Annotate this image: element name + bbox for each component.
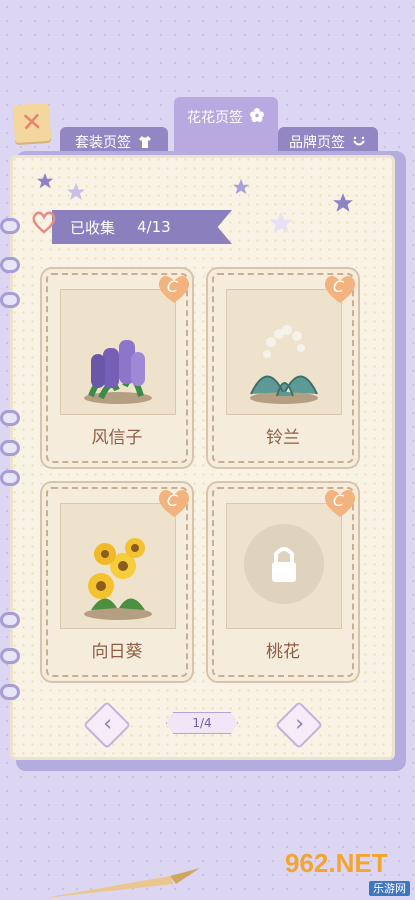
tab-flower-label: 花花页签 bbox=[187, 110, 243, 126]
flower-name: 向日葵 bbox=[91, 642, 143, 662]
lily-of-valley-illustration bbox=[250, 325, 318, 404]
flower-card-sunflower[interactable]: C 向日葵 bbox=[46, 487, 190, 677]
tab-flower[interactable]: 花花页签 bbox=[174, 97, 278, 157]
fountain-pen-decoration bbox=[44, 868, 200, 898]
binder-ring bbox=[0, 612, 20, 628]
rarity-label: C bbox=[332, 491, 344, 510]
binder-ring bbox=[0, 218, 20, 234]
flower-card-peach-blossom[interactable]: C 桃花 bbox=[212, 487, 356, 677]
binder-ring bbox=[0, 684, 20, 700]
flower-image-locked bbox=[226, 503, 342, 629]
binder-ring bbox=[0, 257, 20, 273]
flower-name: 铃兰 bbox=[266, 428, 300, 448]
collection-banner: 已收集 4/13 bbox=[52, 210, 232, 244]
tab-outfit-label: 套装页签 bbox=[75, 135, 131, 151]
flower-card-lily-of-valley[interactable]: C 铃兰 bbox=[212, 273, 356, 463]
close-icon: ✕ bbox=[20, 107, 44, 139]
tab-brand-label: 品牌页签 bbox=[289, 135, 345, 151]
flower-image bbox=[226, 289, 342, 415]
star-icon bbox=[333, 193, 353, 212]
flower-name: 风信子 bbox=[91, 428, 143, 448]
flower-icon bbox=[250, 108, 264, 122]
smile-icon bbox=[353, 136, 365, 146]
close-button[interactable]: ✕ bbox=[12, 102, 52, 144]
watermark-logo: 962.NET 乐游网 bbox=[285, 848, 410, 896]
star-icon bbox=[269, 211, 293, 234]
binder-ring bbox=[0, 470, 20, 486]
page-indicator: 1/4 bbox=[166, 712, 238, 734]
watermark-subtext: 乐游网 bbox=[369, 881, 410, 896]
sunflower-illustration bbox=[84, 538, 152, 620]
rarity-label: C bbox=[166, 491, 178, 510]
flower-card-hyacinth[interactable]: C 风信子 bbox=[46, 273, 190, 463]
binder-ring bbox=[0, 648, 20, 664]
collection-count: 4/13 bbox=[137, 218, 171, 236]
star-icon bbox=[232, 178, 250, 195]
collection-label: 已收集 bbox=[70, 218, 116, 237]
rarity-label: C bbox=[332, 277, 344, 296]
chevron-left-icon: ‹ bbox=[103, 711, 113, 737]
binder-ring bbox=[0, 410, 20, 426]
binder-ring bbox=[0, 440, 20, 456]
lock-illustration bbox=[244, 524, 324, 604]
rarity-label: C bbox=[166, 277, 178, 296]
watermark-text: 962.NET bbox=[285, 848, 388, 878]
flower-image bbox=[60, 289, 176, 415]
flower-image bbox=[60, 503, 176, 629]
shirt-icon bbox=[139, 136, 151, 148]
heart-icon bbox=[32, 211, 56, 234]
star-icon bbox=[67, 183, 85, 200]
flower-name: 桃花 bbox=[266, 642, 300, 662]
star-icon bbox=[36, 172, 54, 189]
hyacinth-illustration bbox=[84, 340, 152, 404]
chevron-right-icon: › bbox=[295, 711, 305, 737]
binder-ring bbox=[0, 292, 20, 308]
